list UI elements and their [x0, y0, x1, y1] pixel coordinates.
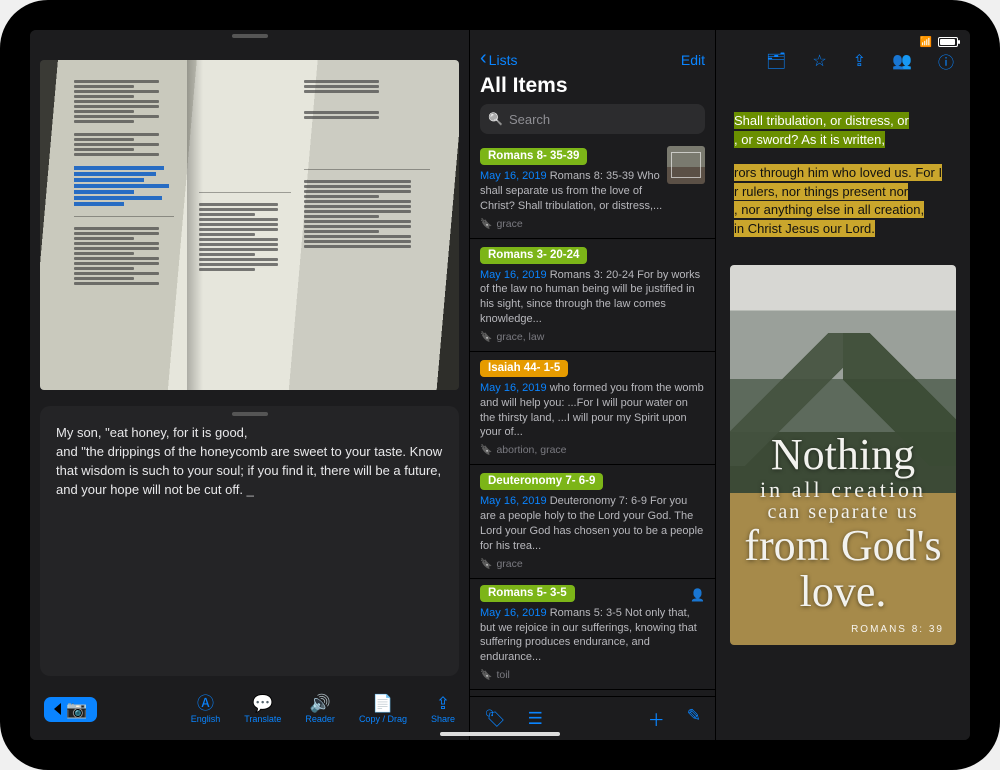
share-label: Share [431, 714, 455, 724]
tag-icon [480, 669, 492, 681]
items-list[interactable]: Romans 8- 35-39 May 16, 2019 Romans 8: 3… [470, 140, 715, 696]
reader-label: Reader [305, 714, 335, 724]
item-tags: grace [480, 218, 705, 230]
item-chip: Deuteronomy 7- 6-9 [480, 473, 603, 490]
back-button[interactable]: Lists [480, 52, 517, 68]
highlight-yellow: in Christ Jesus our Lord. [734, 220, 875, 237]
view-mode-button[interactable]: ☰ [528, 709, 543, 729]
item-body: May 16, 2019 Deuteronomy 7: 6-9 For you … [480, 494, 705, 553]
translate-icon: 💬 [252, 695, 273, 712]
back-label: Lists [489, 52, 518, 68]
tag-icon [480, 218, 492, 230]
share-button[interactable]: ⇪ [853, 51, 866, 71]
item-tags: grace, law [480, 331, 705, 343]
list-item[interactable]: Romans 5- 3-5 May 16, 2019 Romans 5: 3-5… [470, 579, 715, 690]
highlight-green: Shall tribulation, or distress, or [734, 112, 909, 129]
item-chip: Isaiah 44- 1-5 [480, 360, 568, 377]
detail-toolbar: 🗂 ☆ ⇪ 👥 ⓘ [716, 30, 970, 72]
info-button[interactable]: ⓘ [938, 49, 954, 73]
tag-icon [480, 444, 492, 456]
share-icon: ⇪ [436, 695, 450, 712]
highlight-yellow: r rulers, nor things present nor [734, 183, 908, 200]
graphic-text: Nothing in all creation can separate us … [730, 432, 956, 615]
item-body: May 16, 2019 who formed you from the wom… [480, 381, 705, 440]
favorite-button[interactable]: ☆ [812, 51, 826, 71]
tag-icon [480, 331, 492, 343]
copy-button[interactable]: 📄 Copy / Drag [359, 695, 407, 724]
tag-icon [480, 558, 492, 570]
copy-label: Copy / Drag [359, 714, 407, 724]
camera-icon: 📷 [66, 701, 87, 718]
list-title: All Items [470, 70, 715, 104]
drag-handle[interactable] [232, 34, 268, 38]
edit-button[interactable]: Edit [681, 52, 705, 68]
tag-filter-button[interactable]: 🏷 [484, 709, 506, 729]
ocr-text-area[interactable]: My son, "eat honey, for it is good, and … [40, 406, 459, 676]
verse-graphic[interactable]: Nothing in all creation can separate us … [730, 265, 956, 645]
search-icon [488, 110, 503, 128]
item-tags: grace [480, 558, 705, 570]
scanner-panel: My son, "eat honey, for it is good, and … [30, 30, 470, 740]
camera-button[interactable]: 📷 [44, 697, 97, 722]
chevron-left-icon [480, 52, 487, 68]
item-date: May 16, 2019 [480, 495, 547, 507]
copy-icon: 📄 [372, 695, 393, 712]
list-header: Lists Edit [470, 30, 715, 70]
translate-button[interactable]: 💬 Translate [244, 695, 281, 724]
compose-button[interactable]: ✎ [687, 706, 701, 731]
item-chip: Romans 5- 3-5 [480, 585, 575, 602]
search-field[interactable] [480, 104, 705, 134]
list-item[interactable]: Romans 8- 35-39 May 16, 2019 Romans 8: 3… [470, 140, 715, 239]
item-date: May 16, 2019 [480, 607, 547, 619]
item-body: May 16, 2019 Romans 3: 20-24 For by work… [480, 268, 705, 327]
list-item[interactable]: Isaiah 44- 1-5 May 16, 2019 who formed y… [470, 352, 715, 465]
search-input[interactable] [509, 112, 697, 127]
item-date: May 16, 2019 [480, 170, 547, 182]
people-button[interactable]: 👥 [892, 51, 912, 71]
ocr-line-1: My son, "eat honey, for it is good, [56, 424, 443, 443]
item-body: May 16, 2019 Romans 5: 3-5 Not only that… [480, 606, 705, 665]
list-item[interactable]: Deuteronomy 7- 6-9 May 16, 2019 Deuteron… [470, 465, 715, 578]
back-triangle-icon [54, 703, 61, 715]
scanner-toolbar: 📷 Ⓐ English 💬 Translate 🔊 Reader 📄 [30, 684, 469, 740]
detail-panel: 🗂 ☆ ⇪ 👥 ⓘ Shall tribulation, or distress… [716, 30, 970, 740]
scanned-page-image[interactable] [40, 60, 459, 390]
home-indicator[interactable] [440, 732, 560, 736]
detail-text: Shall tribulation, or distress, or , or … [716, 72, 970, 249]
highlight-yellow: , nor anything else in all creation, [734, 201, 924, 218]
item-date: May 16, 2019 [480, 269, 547, 281]
item-tags: toil [480, 669, 705, 681]
item-chip: Romans 8- 35-39 [480, 148, 587, 165]
ocr-line-2: and "the drippings of the honeycomb are … [56, 444, 442, 497]
share-button[interactable]: ⇪ Share [431, 695, 455, 724]
item-tags: abortion, grace [480, 444, 705, 456]
language-icon: Ⓐ [197, 695, 214, 712]
item-chip: Romans 3- 20-24 [480, 247, 587, 264]
highlight-yellow: rors through him who loved us. For I [734, 164, 942, 181]
device-frame: My son, "eat honey, for it is good, and … [0, 0, 1000, 770]
item-date: May 16, 2019 [480, 382, 547, 394]
add-button[interactable]: ＋ [648, 706, 665, 731]
screen: My son, "eat honey, for it is good, and … [30, 30, 970, 740]
item-thumb [667, 146, 705, 184]
list-panel: Lists Edit All Items Romans 8- 35-39 May… [470, 30, 716, 740]
translate-label: Translate [244, 714, 281, 724]
person-icon [690, 586, 705, 604]
speaker-icon: 🔊 [310, 695, 331, 712]
language-label: English [191, 714, 221, 724]
language-button[interactable]: Ⓐ English [191, 695, 221, 724]
reader-button[interactable]: 🔊 Reader [305, 695, 335, 724]
list-item[interactable]: Romans 3- 20-24 May 16, 2019 Romans 3: 2… [470, 239, 715, 352]
highlight-green: , or sword? As it is written, [734, 131, 885, 148]
folder-button[interactable]: 🗂 [766, 51, 786, 71]
graphic-credit: ROMANS 8: 39 [851, 624, 944, 635]
